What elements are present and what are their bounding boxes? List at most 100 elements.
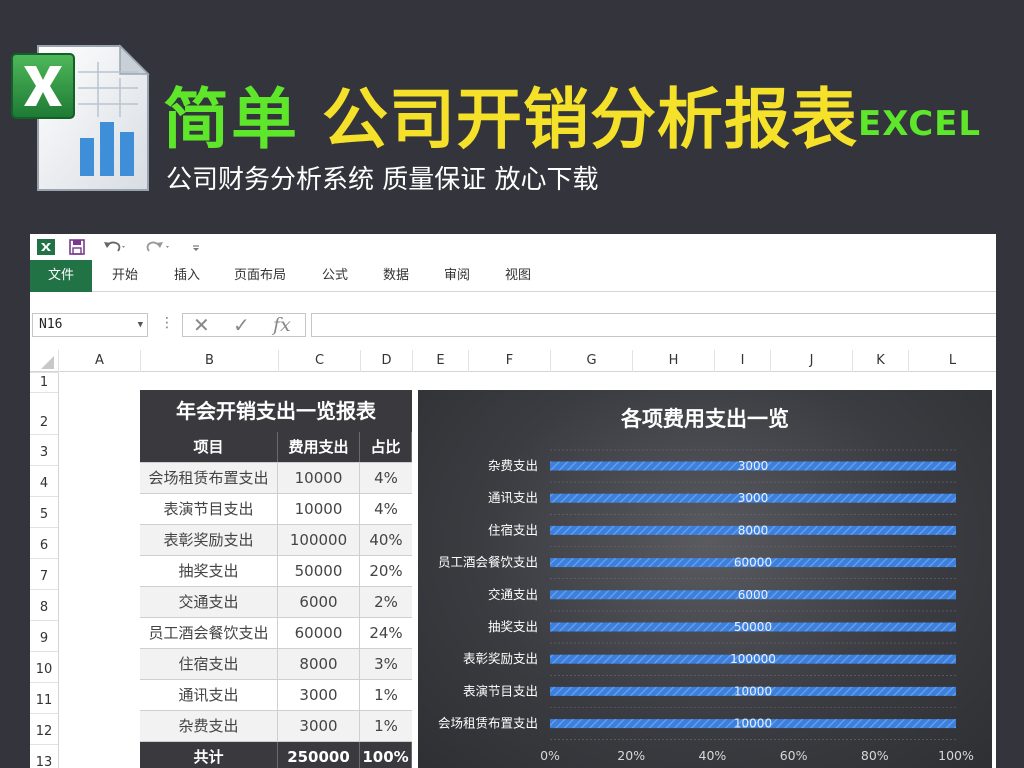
- row-header[interactable]: 2: [30, 392, 58, 434]
- save-icon[interactable]: [68, 237, 86, 257]
- ratio-cell[interactable]: 4%: [360, 494, 412, 524]
- row-header[interactable]: 9: [30, 620, 58, 651]
- row-header[interactable]: 12: [30, 713, 58, 744]
- chart-data-label: 60000: [734, 556, 772, 570]
- item-cell[interactable]: 交通支出: [140, 587, 278, 617]
- row-header[interactable]: 10: [30, 651, 58, 682]
- redo-icon[interactable]: [146, 237, 172, 257]
- item-cell[interactable]: 表彰奖励支出: [140, 525, 278, 555]
- table-row: 交通支出 6000 2%: [140, 587, 412, 618]
- item-cell[interactable]: 杂费支出: [140, 711, 278, 741]
- row-header[interactable]: 13: [30, 744, 58, 768]
- column-header[interactable]: L: [908, 350, 996, 372]
- insert-function-icon[interactable]: fx: [273, 314, 291, 336]
- row-header[interactable]: 3: [30, 434, 58, 465]
- total-label-cell[interactable]: 共计: [140, 742, 278, 768]
- header-cell-cost[interactable]: 费用支出: [278, 432, 360, 462]
- column-header[interactable]: H: [632, 350, 714, 372]
- ratio-cell[interactable]: 1%: [360, 680, 412, 710]
- item-cell[interactable]: 住宿支出: [140, 649, 278, 679]
- banner-title-main: 公司开销分析报表: [322, 81, 858, 158]
- cost-cell[interactable]: 3000: [278, 711, 360, 741]
- tab-data[interactable]: 数据: [373, 260, 419, 292]
- ratio-cell[interactable]: 1%: [360, 711, 412, 741]
- tab-file[interactable]: 文件: [30, 260, 92, 292]
- column-header[interactable]: B: [140, 350, 278, 372]
- cost-cell[interactable]: 3000: [278, 680, 360, 710]
- chart-category-label: 员工酒会餐饮支出: [438, 555, 538, 570]
- tab-insert[interactable]: 插入: [164, 260, 210, 292]
- row-header[interactable]: 11: [30, 682, 58, 713]
- name-box-value: N16: [39, 317, 63, 332]
- chart-x-tick: 0%: [540, 748, 560, 763]
- cost-cell[interactable]: 60000: [278, 618, 360, 648]
- table-row: 通讯支出 3000 1%: [140, 680, 412, 711]
- item-cell[interactable]: 表演节目支出: [140, 494, 278, 524]
- ratio-cell[interactable]: 24%: [360, 618, 412, 648]
- row-header[interactable]: 5: [30, 496, 58, 527]
- undo-icon[interactable]: [102, 237, 128, 257]
- table-row: 表彰奖励支出 100000 40%: [140, 525, 412, 556]
- enter-check-icon[interactable]: ✓: [233, 314, 250, 336]
- total-cost-cell[interactable]: 250000: [278, 742, 360, 768]
- ratio-cell[interactable]: 20%: [360, 556, 412, 586]
- cost-cell[interactable]: 10000: [278, 463, 360, 493]
- cost-cell[interactable]: 10000: [278, 494, 360, 524]
- select-all-corner[interactable]: [30, 350, 58, 372]
- column-header[interactable]: G: [550, 350, 632, 372]
- column-headers: A B C D E F G H I J K L: [30, 350, 996, 372]
- customize-toolbar-icon[interactable]: [190, 237, 202, 257]
- column-header[interactable]: D: [360, 350, 412, 372]
- ratio-cell[interactable]: 4%: [360, 463, 412, 493]
- cost-cell[interactable]: 100000: [278, 525, 360, 555]
- item-cell[interactable]: 抽奖支出: [140, 556, 278, 586]
- ratio-cell[interactable]: 2%: [360, 587, 412, 617]
- banner-subtitle: 公司财务分析系统 质量保证 放心下载: [166, 165, 599, 195]
- header-cell-ratio[interactable]: 占比: [360, 432, 412, 462]
- column-header[interactable]: E: [412, 350, 468, 372]
- column-header[interactable]: F: [468, 350, 550, 372]
- bar-chart-svg: 各项费用支出一览 杂费支出通讯支出住宿支出员工酒会餐饮支出交通支出抽奖支出表彰奖…: [438, 407, 974, 763]
- cost-cell[interactable]: 6000: [278, 587, 360, 617]
- tab-view[interactable]: 视图: [495, 260, 541, 292]
- row-header[interactable]: 6: [30, 527, 58, 558]
- item-cell[interactable]: 会场租赁布置支出: [140, 463, 278, 493]
- table-title[interactable]: 年会开销支出一览报表: [140, 390, 412, 432]
- ratio-cell[interactable]: 40%: [360, 525, 412, 555]
- column-header[interactable]: K: [852, 350, 908, 372]
- name-box[interactable]: N16 ▼: [32, 313, 148, 337]
- row-header[interactable]: 8: [30, 589, 58, 620]
- tab-formulas[interactable]: 公式: [312, 260, 358, 292]
- column-header[interactable]: I: [714, 350, 770, 372]
- table-row: 杂费支出 3000 1%: [140, 711, 412, 742]
- ratio-cell[interactable]: 3%: [360, 649, 412, 679]
- total-ratio-cell[interactable]: 100%: [360, 742, 412, 768]
- expense-chart[interactable]: 各项费用支出一览 杂费支出 通讯支出 住宿支出 员工酒会餐饮支出 交通支出 抽奖支出 表彰奖…: [418, 390, 992, 768]
- row-header[interactable]: 4: [30, 465, 58, 496]
- chart-data-label: 10000: [734, 717, 772, 731]
- tab-page-layout[interactable]: 页面布局: [226, 260, 294, 292]
- excel-app-icon[interactable]: [36, 237, 56, 257]
- cost-cell[interactable]: 8000: [278, 649, 360, 679]
- row-header[interactable]: 1: [30, 372, 58, 392]
- chart-data-label: 3000: [738, 459, 769, 473]
- column-header[interactable]: A: [58, 350, 140, 372]
- tab-review[interactable]: 审阅: [434, 260, 480, 292]
- header-cell-item[interactable]: 项目: [140, 432, 278, 462]
- banner-title-excel: EXCEL: [858, 104, 982, 144]
- more-options-icon[interactable]: ⋮: [160, 315, 174, 331]
- table-body: 会场租赁布置支出 10000 4% 表演节目支出 10000 4% 表彰奖励支出 100000…: [140, 463, 412, 742]
- formula-input[interactable]: [311, 313, 996, 337]
- tab-home[interactable]: 开始: [102, 260, 148, 292]
- chevron-down-icon[interactable]: ▼: [138, 314, 143, 336]
- cost-cell[interactable]: 50000: [278, 556, 360, 586]
- item-cell[interactable]: 通讯支出: [140, 680, 278, 710]
- item-cell[interactable]: 员工酒会餐饮支出: [140, 618, 278, 648]
- table-row: 员工酒会餐饮支出 60000 24%: [140, 618, 412, 649]
- cancel-icon[interactable]: ✕: [193, 314, 210, 336]
- chart-category-label: 杂费支出: [488, 458, 538, 473]
- chart-category-label: 交通支出: [488, 587, 538, 602]
- column-header[interactable]: J: [770, 350, 852, 372]
- row-header[interactable]: 7: [30, 558, 58, 589]
- column-header[interactable]: C: [278, 350, 360, 372]
